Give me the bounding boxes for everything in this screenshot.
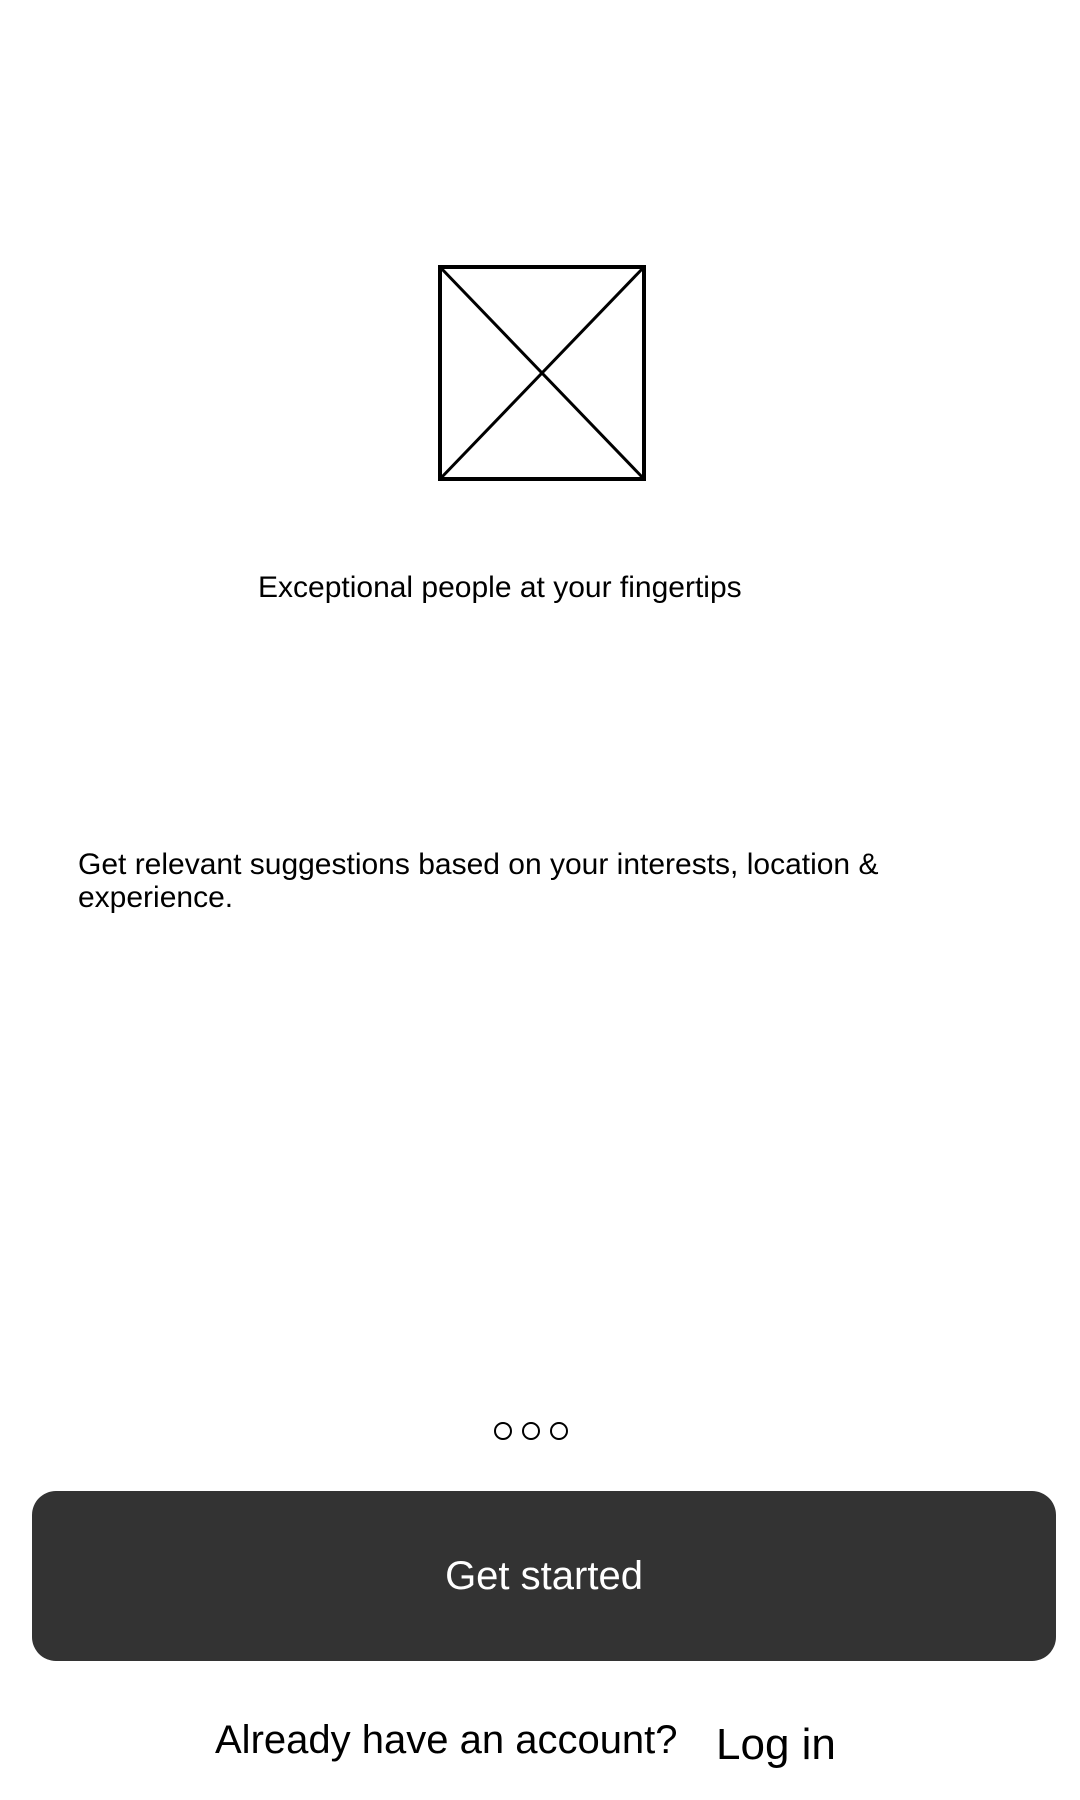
image-placeholder-icon xyxy=(438,265,646,481)
onboarding-description: Get relevant suggestions based on your i… xyxy=(78,848,879,914)
get-started-button[interactable]: Get started xyxy=(32,1491,1056,1661)
page-indicator-dot-2[interactable] xyxy=(522,1422,540,1440)
login-prompt-text: Already have an account? xyxy=(215,1718,678,1762)
onboarding-headline: Exceptional people at your fingertips xyxy=(258,571,742,604)
page-indicator-dot-3[interactable] xyxy=(550,1422,568,1440)
page-indicator xyxy=(494,1422,568,1440)
page-indicator-dot-1[interactable] xyxy=(494,1422,512,1440)
login-link[interactable]: Log in xyxy=(716,1719,836,1771)
